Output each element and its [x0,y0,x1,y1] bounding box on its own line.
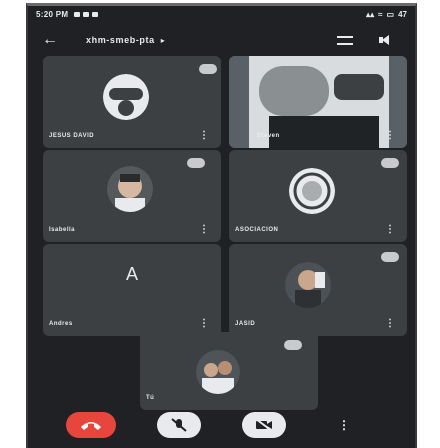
more-options-icon[interactable]: ⋮ [199,130,209,141]
battery-level: 47 [398,9,407,19]
more-options-icon[interactable]: ⋮ [199,318,209,329]
status-time: 5:20 PM [36,9,69,19]
self-avatar [196,350,240,394]
self-name: Tú [146,395,155,401]
end-call-button[interactable] [66,412,116,438]
participant-tile[interactable]: ASOCIACION ⋮ [229,150,407,242]
meeting-code[interactable]: xhm-smeb-pta [86,35,155,45]
notification-icon [92,11,99,17]
participant-tile[interactable]: JESUS DAVID ⋮ [43,56,221,148]
notification-icon [74,11,81,17]
signal-icon: ▴▴ [366,9,375,19]
camera-off-icon [255,418,273,432]
end-call-icon [81,422,101,430]
mic-muted-icon [199,64,217,74]
meeting-toolbar: ← xhm-smeb-pta ▸ [28,28,415,52]
call-controls: ⋮ [28,410,415,448]
mic-muted-icon [381,158,399,168]
battery-icon: ▭ [386,9,395,19]
participant-avatar [107,166,153,212]
participant-avatar [103,74,149,120]
participant-tile[interactable]: Steven ⋮ [229,56,407,148]
more-options-icon[interactable]: ⋮ [385,318,395,329]
more-options-icon[interactable]: ⋮ [199,224,209,235]
notification-icons [74,11,99,17]
chevron-right-icon[interactable]: ▸ [161,36,165,45]
participant-name: ASOCIACION [235,227,279,233]
mic-muted-icon [187,158,205,168]
participant-video [229,56,407,148]
mic-muted-icon [381,252,399,262]
participant-avatar [289,168,335,214]
participant-name: JASID [235,321,256,327]
system-icons: ▴▴ ≈ ▭ 47 [366,10,407,19]
more-options-icon[interactable]: ⋮ [385,224,395,235]
meet-screen: 5:20 PM ▴▴ ≈ ▭ 47 ← xhm-smeb-pta ▸ JESUS… [26,3,417,448]
microphone-button[interactable] [157,412,201,438]
participant-tile[interactable]: JASID ⋮ [229,244,407,336]
participant-tile[interactable]: Isabella ⋮ [43,150,221,242]
participant-name: JESUS DAVID [49,133,95,139]
wifi-icon: ≈ [378,9,383,19]
participant-name: Isabella [49,227,76,233]
participant-name: Steven [257,133,280,139]
participant-name: Andres [49,321,73,327]
self-tile[interactable]: Tú [140,332,318,410]
mic-muted-icon [284,340,302,350]
participant-initial: A [125,264,138,284]
more-options-icon[interactable]: ⋮ [385,130,395,141]
mic-off-icon [171,418,187,432]
notification-icon [83,11,90,17]
more-options-button[interactable]: ⋮ [334,412,354,438]
status-bar: 5:20 PM ▴▴ ≈ ▭ 47 [28,6,415,22]
camera-button[interactable] [242,412,286,438]
switch-camera-icon[interactable] [337,35,353,45]
participant-tile[interactable]: A Andres ⋮ [43,244,221,336]
speaker-icon[interactable] [379,35,391,45]
participant-avatar [285,262,331,308]
back-arrow-icon[interactable]: ← [42,31,62,49]
